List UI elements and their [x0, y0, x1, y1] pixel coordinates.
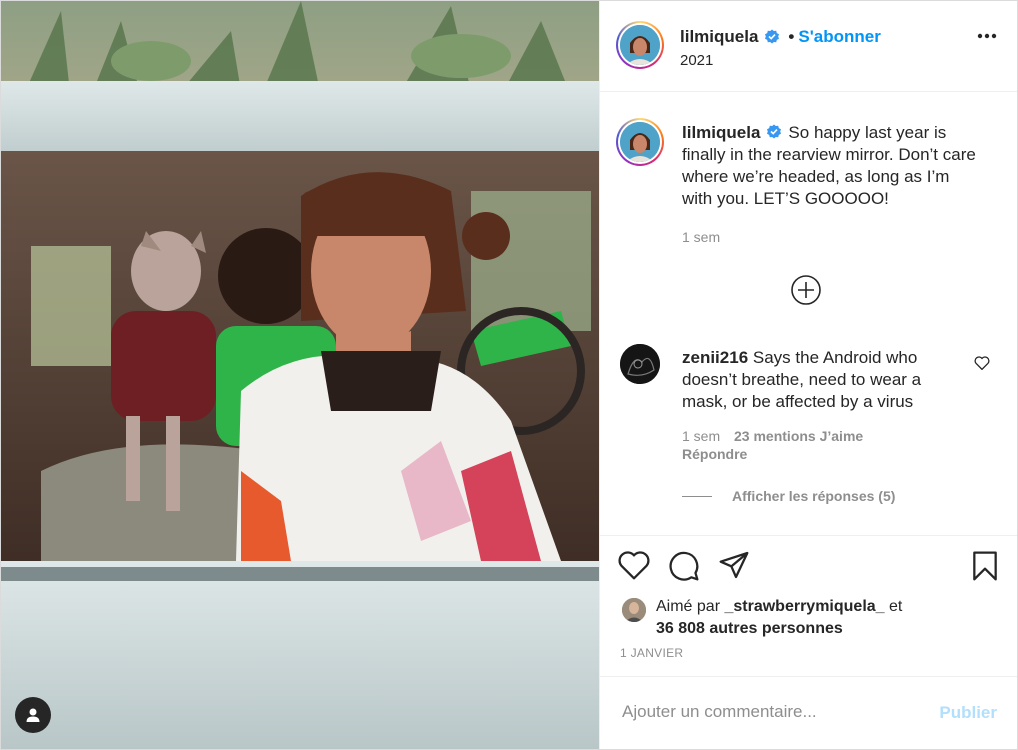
author-avatar-image [620, 25, 660, 65]
save-bookmark-icon[interactable] [971, 550, 999, 582]
separator-dot: • [788, 27, 795, 46]
like-heart-icon[interactable] [618, 550, 650, 580]
post-header: lilmiquela • S'abonner 2021 [600, 1, 1017, 92]
view-replies-button[interactable]: Afficher les réponses (5) [682, 488, 895, 504]
reply-button[interactable]: Répondre [682, 445, 863, 463]
follow-button[interactable]: S'abonner [798, 27, 880, 47]
commenter-avatar-image [620, 344, 660, 384]
caption-username[interactable]: lilmiquela [682, 123, 760, 142]
others-likes-count[interactable]: 36 808 autres personnes [656, 620, 843, 637]
comment-input[interactable] [620, 701, 924, 723]
post-modal: lilmiquela • S'abonner 2021 lilmiquela S… [0, 0, 1018, 750]
caption-age[interactable]: 1 sem [682, 229, 720, 245]
replies-divider [682, 495, 712, 497]
more-options-icon[interactable] [977, 33, 997, 39]
liked-by-conj: et [889, 598, 903, 615]
verified-badge-icon [767, 124, 782, 139]
post-date[interactable]: 1 JANVIER [600, 646, 1017, 676]
comment-age[interactable]: 1 sem [682, 428, 720, 444]
liker-username[interactable]: _strawberrymiquela_ [724, 598, 884, 615]
post-photo[interactable] [1, 1, 599, 749]
view-replies-label: Afficher les réponses (5) [732, 488, 896, 504]
caption-avatar[interactable] [616, 118, 664, 166]
comment-likes-count[interactable]: 23 mentions J’aime [734, 428, 863, 444]
post-sidebar: lilmiquela • S'abonner 2021 lilmiquela S… [599, 1, 1017, 749]
commenter-avatar[interactable] [620, 344, 660, 384]
comment-bubble-icon[interactable] [668, 550, 700, 582]
post-actions [600, 535, 1017, 600]
commenter-username[interactable]: zenii216 [682, 348, 748, 367]
comment-meta: 1 sem 23 mentions J’aime Répondre [682, 427, 863, 463]
verified-badge-icon [765, 29, 780, 44]
user-tag-button[interactable] [15, 697, 51, 733]
caption-text-block: lilmiquela So happy last year is finally… [682, 122, 982, 210]
photo-scene [1, 1, 599, 749]
caption-avatar-image [620, 122, 660, 162]
likes-text: Aimé par _strawberrymiquela_ et 36 808 a… [656, 596, 902, 640]
likes-summary: Aimé par _strawberrymiquela_ et 36 808 a… [600, 598, 1017, 646]
add-comment-bar: Publier [600, 676, 1017, 749]
comment-like-heart-icon[interactable] [974, 356, 990, 370]
share-paper-plane-icon[interactable] [718, 550, 750, 580]
liker-avatar[interactable] [622, 598, 646, 622]
liker-avatar-image [622, 598, 646, 622]
post-location[interactable]: 2021 [680, 52, 713, 69]
publish-button[interactable]: Publier [939, 703, 997, 723]
liked-by-prefix: Aimé par [656, 598, 721, 615]
load-more-comments-icon[interactable] [790, 274, 822, 306]
author-username[interactable]: lilmiquela [680, 27, 758, 47]
comment-text-block: zenii216 Says the Android who doesn’t br… [682, 347, 932, 413]
person-icon [26, 708, 40, 722]
author-avatar[interactable] [616, 21, 664, 69]
comments-list[interactable]: lilmiquela So happy last year is finally… [600, 92, 1017, 535]
